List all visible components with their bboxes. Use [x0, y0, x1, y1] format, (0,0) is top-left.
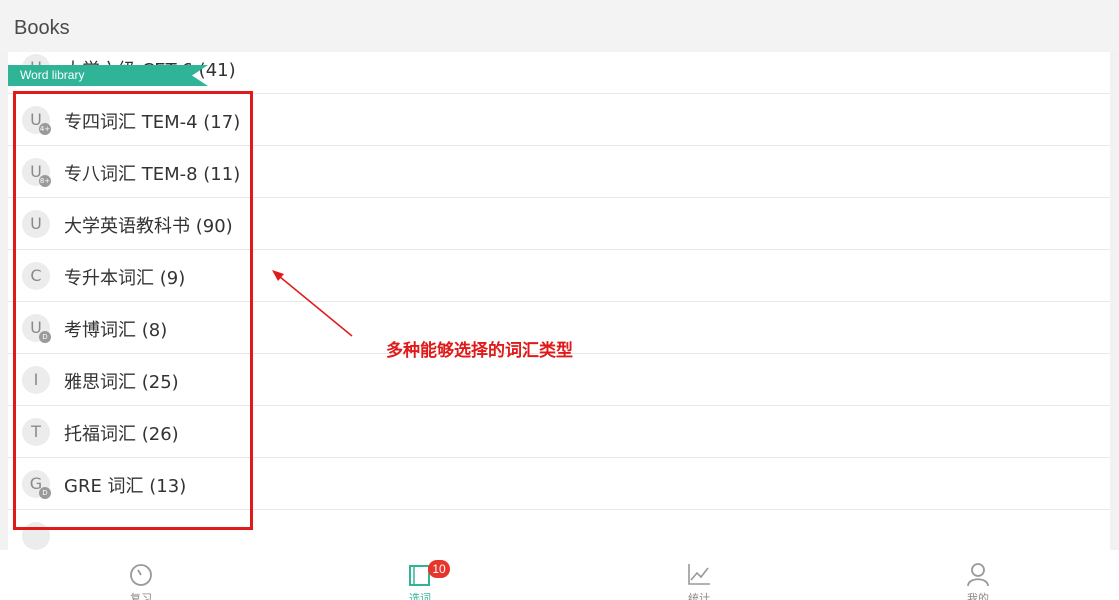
- nav-profile-label: 我的: [967, 592, 989, 600]
- chart-icon: [688, 564, 710, 585]
- nav-stats[interactable]: 统计: [659, 550, 739, 600]
- nav-review[interactable]: 复习: [101, 550, 181, 600]
- page-title: Books: [14, 17, 70, 39]
- bottom-nav: 复习 10 选词 统计 我的: [0, 550, 1119, 600]
- nav-stats-label: 统计: [688, 592, 710, 600]
- annotation-text: 多种能够选择的词汇类型: [386, 341, 573, 361]
- nav-wordbook[interactable]: 10 选词: [380, 550, 460, 600]
- word-library-ribbon: Word library: [8, 65, 208, 86]
- app-header: Books: [0, 0, 1119, 52]
- nav-profile[interactable]: 我的: [938, 550, 1018, 600]
- annotation-highlight-box: [13, 91, 253, 530]
- wordbook-badge: 10: [428, 560, 450, 578]
- annotation-arrow-icon: [272, 270, 353, 337]
- review-icon: [130, 564, 152, 586]
- profile-icon: [967, 563, 989, 586]
- nav-wordbook-label: 选词: [409, 592, 431, 600]
- nav-review-label: 复习: [130, 592, 152, 600]
